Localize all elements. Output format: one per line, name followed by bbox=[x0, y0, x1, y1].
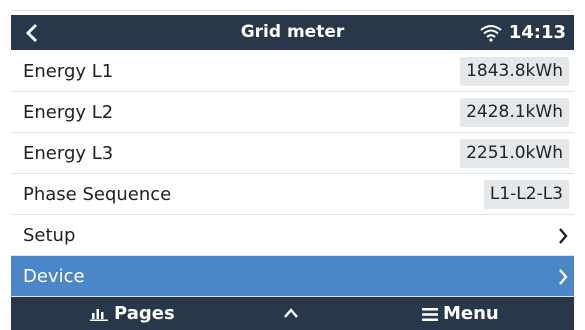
menu-button[interactable]: Menu bbox=[422, 297, 499, 330]
row-label: Setup bbox=[23, 225, 76, 246]
row-label: Energy L1 bbox=[23, 61, 114, 82]
row-label: Device bbox=[23, 266, 85, 287]
row-value: 2251.0kWh bbox=[460, 139, 569, 168]
menu-label: Menu bbox=[443, 303, 499, 324]
row-phase-sequence[interactable]: Phase Sequence L1-L2-L3 bbox=[11, 174, 574, 215]
hamburger-icon bbox=[422, 307, 438, 321]
row-value: 2428.1kWh bbox=[460, 98, 569, 127]
row-energy-l3[interactable]: Energy L3 2251.0kWh bbox=[11, 133, 574, 174]
wifi-icon bbox=[480, 25, 502, 42]
chevron-left-icon[interactable] bbox=[21, 22, 43, 44]
settings-list: Energy L1 1843.8kWh Energy L2 2428.1kWh … bbox=[11, 51, 574, 297]
pages-label: Pages bbox=[114, 303, 175, 324]
bar-chart-icon bbox=[90, 309, 108, 321]
chevron-right-icon bbox=[559, 269, 568, 285]
row-label: Phase Sequence bbox=[23, 184, 172, 205]
app-screen: Grid meter 14:13 Energy L1 1843.8kWh Ene… bbox=[11, 10, 574, 330]
header-bar: Grid meter 14:13 bbox=[11, 15, 574, 50]
row-label: Energy L2 bbox=[23, 102, 114, 123]
row-label: Energy L3 bbox=[23, 143, 114, 164]
row-device[interactable]: Device bbox=[11, 256, 574, 297]
row-value: 1843.8kWh bbox=[460, 57, 569, 86]
row-value: L1-L2-L3 bbox=[483, 180, 569, 209]
row-energy-l1[interactable]: Energy L1 1843.8kWh bbox=[11, 51, 574, 92]
row-energy-l2[interactable]: Energy L2 2428.1kWh bbox=[11, 92, 574, 133]
footer-bar: Pages Menu bbox=[11, 297, 574, 330]
row-setup[interactable]: Setup bbox=[11, 215, 574, 256]
clock: 14:13 bbox=[508, 22, 566, 43]
chevron-up-icon[interactable] bbox=[283, 307, 299, 319]
chevron-right-icon bbox=[559, 228, 568, 244]
pages-button[interactable]: Pages bbox=[90, 297, 175, 330]
